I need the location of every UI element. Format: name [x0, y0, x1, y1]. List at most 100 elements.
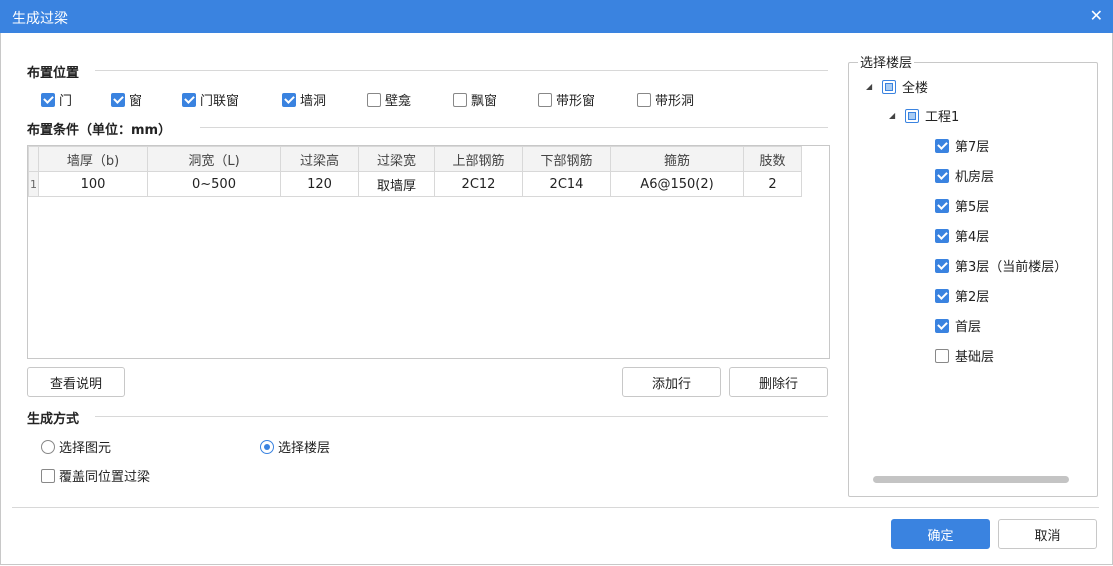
floor-item[interactable]: 首层 [935, 316, 981, 335]
checkbox-box[interactable] [41, 92, 55, 107]
checkbox-strip-opening[interactable]: 带形洞 [637, 90, 694, 109]
checkbox-window[interactable]: 窗 [111, 90, 142, 109]
delete-row-button[interactable]: 删除行 [729, 367, 828, 397]
checkbox-box[interactable] [41, 468, 55, 483]
checkbox-strip-window[interactable]: 带形窗 [538, 90, 595, 109]
tree-node-root[interactable]: ◢ 全楼 [866, 77, 928, 96]
floor-item[interactable]: 机房层 [935, 166, 994, 185]
table-cell[interactable]: 100 [38, 171, 148, 197]
column-header[interactable]: 上部钢筋 [434, 146, 523, 172]
conditions-grid[interactable]: 墙厚（b) 洞宽（L) 过梁高 过梁宽 上部钢筋 下部钢筋 箍筋 肢数 1 10… [27, 145, 830, 359]
row-index: 1 [28, 171, 39, 197]
floor-label: 机房层 [955, 170, 995, 185]
table-row[interactable]: 1 100 0~500 120 取墙厚 2C12 2C14 A6@150(2) … [28, 171, 802, 197]
floor-label: 第4层 [955, 230, 990, 245]
checkbox-door[interactable]: 门 [41, 90, 72, 109]
checkbox-box[interactable] [538, 92, 552, 107]
checkbox-box[interactable] [182, 92, 196, 107]
radio-select-element[interactable]: 选择图元 [41, 437, 111, 456]
table-cell[interactable]: 2 [743, 171, 802, 197]
checkbox-box[interactable] [367, 92, 381, 107]
column-header[interactable]: 过梁高 [280, 146, 359, 172]
checkbox-label: 墙洞 [300, 94, 327, 109]
checkbox-box[interactable] [637, 92, 651, 107]
table-cell[interactable]: 120 [280, 171, 359, 197]
table-cell[interactable]: 2C14 [522, 171, 611, 197]
close-icon[interactable]: ✕ [1090, 6, 1103, 25]
checkbox-label: 覆盖同位置过梁 [59, 470, 151, 485]
table-cell[interactable]: 2C12 [434, 171, 523, 197]
checkbox-box[interactable] [935, 228, 949, 243]
column-header[interactable]: 肢数 [743, 146, 802, 172]
floor-label: 第3层（当前楼层） [955, 260, 1068, 275]
checkbox-label: 门 [59, 94, 73, 109]
checkbox-niche[interactable]: 壁龛 [367, 90, 411, 109]
floor-label: 第5层 [955, 200, 990, 215]
add-row-button[interactable]: 添加行 [622, 367, 721, 397]
checkbox-box[interactable] [935, 258, 949, 273]
checkbox-label: 门联窗 [200, 94, 240, 109]
checkbox-box[interactable] [935, 318, 949, 333]
checkbox-box[interactable] [935, 198, 949, 213]
collapse-triangle-icon[interactable]: ◢ [889, 111, 899, 120]
checkbox-box[interactable] [282, 92, 296, 107]
floor-label: 首层 [955, 320, 982, 335]
floor-item[interactable]: 第7层 [935, 136, 989, 155]
checkbox-box[interactable] [935, 138, 949, 153]
floor-label: 第2层 [955, 290, 990, 305]
checkbox-box[interactable] [935, 288, 949, 303]
separator [200, 127, 828, 128]
floor-item[interactable]: 基础层 [935, 346, 994, 365]
conditions-section-label: 布置条件（单位：mm） [27, 123, 172, 138]
radio-button[interactable] [41, 439, 55, 454]
cancel-button[interactable]: 取消 [998, 519, 1097, 549]
ok-button[interactable]: 确定 [891, 519, 990, 549]
column-header[interactable]: 洞宽（L) [147, 146, 281, 172]
view-help-button[interactable]: 查看说明 [27, 367, 125, 397]
table-cell[interactable]: 取墙厚 [358, 171, 435, 197]
floor-item[interactable]: 第5层 [935, 196, 989, 215]
checkbox-wall-opening[interactable]: 墙洞 [282, 90, 326, 109]
checkbox-box[interactable] [882, 79, 896, 94]
floor-item[interactable]: 第2层 [935, 286, 989, 305]
checkbox-label: 飘窗 [471, 94, 498, 109]
checkbox-label: 窗 [129, 94, 143, 109]
column-header[interactable]: 下部钢筋 [522, 146, 611, 172]
checkbox-label: 壁龛 [385, 94, 412, 109]
separator [95, 70, 828, 71]
window-title: 生成过梁 [12, 11, 68, 27]
floor-panel-title: 选择楼层 [858, 52, 915, 71]
tree-node-label: 工程1 [925, 110, 960, 125]
table-header-row: 墙厚（b) 洞宽（L) 过梁高 过梁宽 上部钢筋 下部钢筋 箍筋 肢数 [28, 146, 802, 172]
checkbox-label: 带形洞 [655, 94, 695, 109]
floor-label: 第7层 [955, 140, 990, 155]
checkbox-bay-window[interactable]: 飘窗 [453, 90, 497, 109]
checkbox-door-window[interactable]: 门联窗 [182, 90, 239, 109]
layout-section-label: 布置位置 [27, 66, 80, 81]
horizontal-scrollbar[interactable] [873, 476, 1069, 483]
table-cell[interactable]: 0~500 [147, 171, 281, 197]
floor-item[interactable]: 第3层（当前楼层） [935, 256, 1067, 275]
radio-label: 选择楼层 [278, 441, 331, 456]
overwrite-checkbox[interactable]: 覆盖同位置过梁 [41, 466, 150, 485]
column-header[interactable]: 墙厚（b) [38, 146, 148, 172]
collapse-triangle-icon[interactable]: ◢ [866, 82, 876, 91]
radio-select-floor[interactable]: 选择楼层 [260, 437, 330, 456]
tree-node-project[interactable]: ◢ 工程1 [889, 106, 959, 125]
tree-node-label: 全楼 [902, 81, 929, 96]
checkbox-box[interactable] [111, 92, 125, 107]
row-header-corner [28, 146, 39, 172]
checkbox-box[interactable] [935, 348, 949, 363]
checkbox-box[interactable] [905, 108, 919, 123]
radio-label: 选择图元 [59, 441, 112, 456]
generate-section-label: 生成方式 [27, 412, 80, 427]
separator [95, 416, 828, 417]
checkbox-box[interactable] [935, 168, 949, 183]
radio-button[interactable] [260, 439, 274, 454]
checkbox-label: 带形窗 [556, 94, 596, 109]
table-cell[interactable]: A6@150(2) [610, 171, 744, 197]
checkbox-box[interactable] [453, 92, 467, 107]
column-header[interactable]: 过梁宽 [358, 146, 435, 172]
column-header[interactable]: 箍筋 [610, 146, 744, 172]
floor-item[interactable]: 第4层 [935, 226, 989, 245]
